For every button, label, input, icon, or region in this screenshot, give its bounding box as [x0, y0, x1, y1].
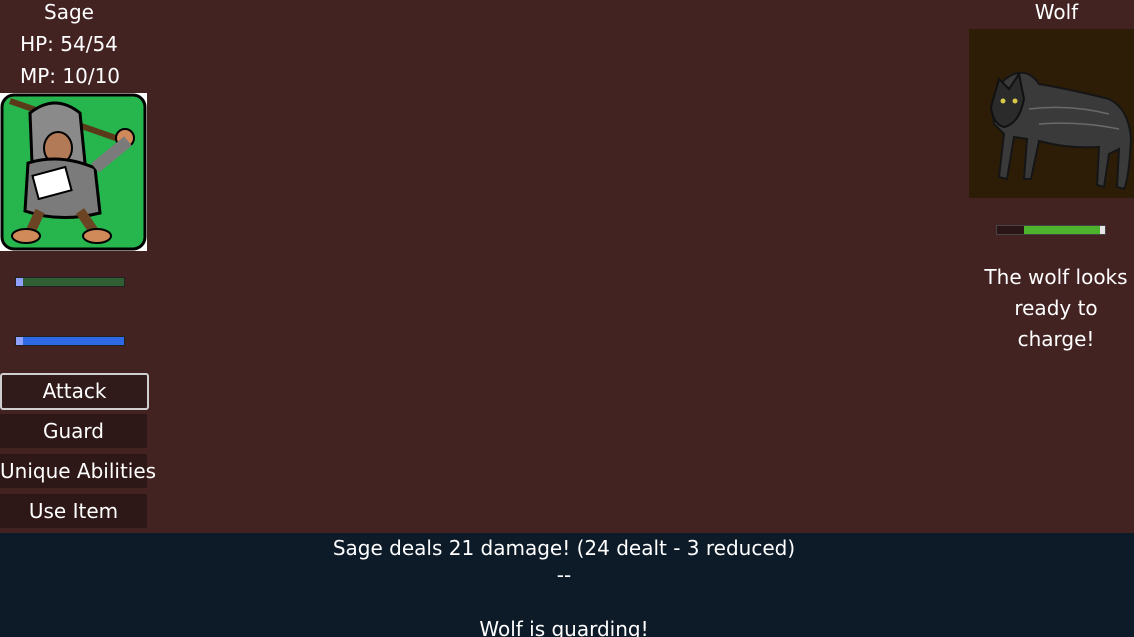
hooded-sage-icon	[0, 93, 147, 251]
player-hp-bar-cap	[16, 278, 23, 286]
enemy-hp-bar-cap	[1100, 226, 1105, 234]
player-hp-bar-fill	[16, 278, 124, 286]
enemy-status-text: The wolf looks ready to charge!	[984, 265, 1128, 351]
player-hp-bar	[15, 277, 125, 287]
log-line: Sage deals 21 damage! (24 dealt - 3 redu…	[332, 536, 796, 560]
attack-button[interactable]: Attack	[0, 373, 149, 410]
player-hp-text: HP: 54/54	[20, 32, 118, 56]
enemy-name: Wolf	[1034, 0, 1079, 24]
enemy-hp-bar	[996, 225, 1106, 235]
player-mp-bar-cap	[16, 337, 23, 345]
log-separator: --	[556, 563, 572, 587]
player-mp-bar	[15, 336, 125, 346]
enemy-portrait	[969, 29, 1134, 198]
unique-abilities-button[interactable]: Unique Abilities	[0, 454, 156, 488]
player-portrait	[0, 93, 147, 251]
wolf-icon	[989, 71, 1133, 191]
player-mp-text: MP: 10/10	[19, 64, 121, 88]
log-line: Wolf is guarding!	[479, 617, 649, 637]
player-name: Sage	[44, 0, 94, 24]
combat-log: Sage deals 21 damage! (24 dealt - 3 redu…	[0, 533, 1134, 637]
player-mp-bar-fill	[16, 337, 124, 345]
guard-button[interactable]: Guard	[0, 414, 147, 448]
enemy-hp-bar-fill	[1024, 226, 1101, 234]
use-item-button[interactable]: Use Item	[0, 494, 147, 528]
